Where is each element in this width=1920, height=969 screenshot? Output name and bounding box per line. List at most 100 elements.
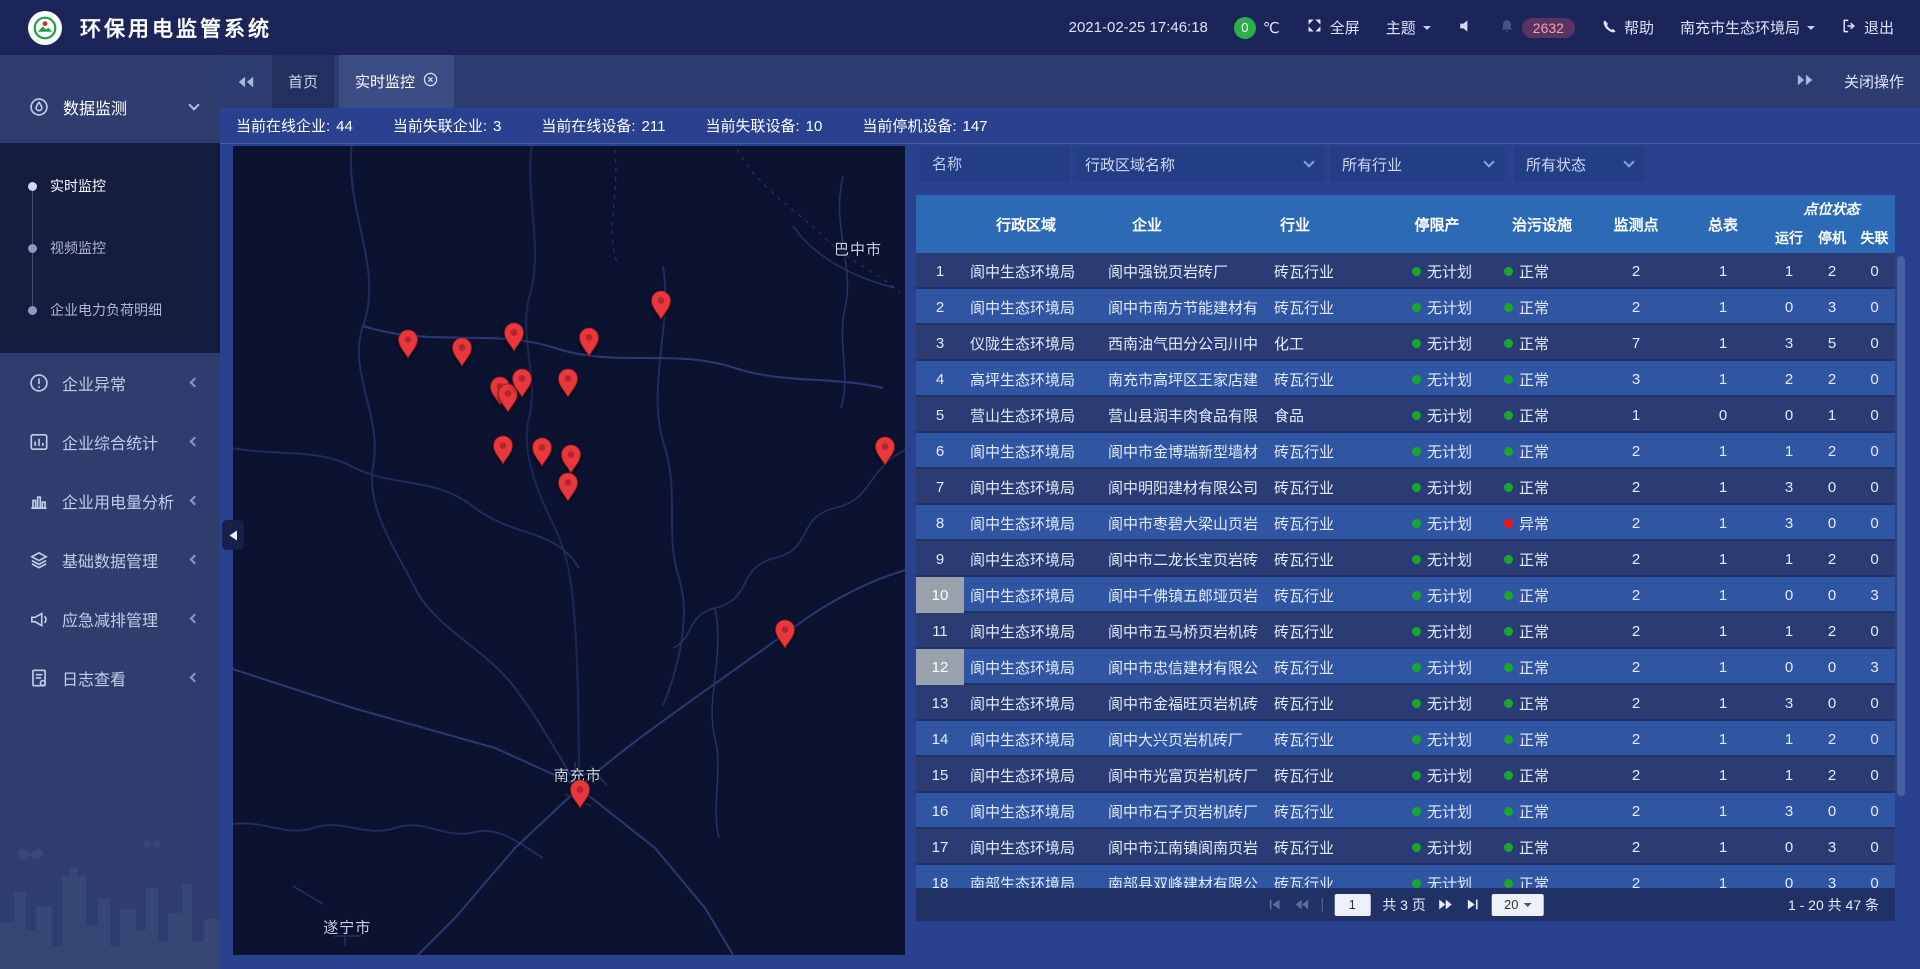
industry-filter-select[interactable]: 所有行业 [1330, 146, 1505, 182]
divider [1321, 898, 1322, 912]
status-dot-icon [1412, 627, 1421, 636]
map-pin[interactable] [650, 290, 672, 320]
theme-dropdown[interactable]: 主题 [1386, 17, 1431, 38]
page-number-input[interactable] [1334, 894, 1370, 916]
help-button[interactable]: 帮助 [1601, 17, 1654, 38]
submenu-label: 视频监控 [50, 238, 106, 258]
sidebar-item-megaphone[interactable]: 应急减排管理 [0, 589, 220, 648]
page-size-select[interactable]: 20 [1492, 894, 1544, 916]
cell-stop-status: 无计划 [1384, 253, 1490, 289]
table-row[interactable]: 12 阆中生态环境局 阆中市忠信建材有限公 砖瓦行业 无计划 正常 2 1 0 … [916, 649, 1895, 685]
map-pin[interactable] [578, 327, 600, 357]
cell-meters: 1 [1678, 577, 1768, 613]
sidebar-subitem[interactable]: 企业电力负荷明细 [0, 279, 220, 341]
map-city-label: 巴中市 [834, 238, 882, 259]
cell-index: 3 [916, 325, 964, 361]
chevron-down-icon [1483, 156, 1494, 167]
map-pin[interactable] [557, 368, 579, 398]
status-dot-icon [1412, 699, 1421, 708]
map-pin[interactable] [874, 436, 896, 466]
map-pin[interactable] [492, 435, 514, 465]
cell-industry: 砖瓦行业 [1270, 865, 1384, 888]
status-dot-icon [1412, 555, 1421, 564]
tab-scroll-left-button[interactable] [220, 55, 272, 108]
org-dropdown[interactable]: 南充市生态环境局 [1680, 17, 1815, 38]
table-row[interactable]: 9 阆中生态环境局 阆中市二龙长宝页岩砖 砖瓦行业 无计划 正常 2 1 1 2… [916, 541, 1895, 577]
logout-button[interactable]: 退出 [1841, 17, 1894, 38]
sidebar-subitem[interactable]: 视频监控 [0, 217, 220, 279]
tab-scroll-right-button[interactable] [1796, 73, 1814, 91]
table-row[interactable]: 14 阆中生态环境局 阆中大兴页岩机砖厂 砖瓦行业 无计划 正常 2 1 1 2… [916, 721, 1895, 757]
table-row[interactable]: 10 阆中生态环境局 阆中千佛镇五郎垭页岩 砖瓦行业 无计划 正常 2 1 0 … [916, 577, 1895, 613]
submenu-label: 实时监控 [50, 176, 106, 196]
next-page-button[interactable] [1438, 898, 1454, 911]
cell-enterprise: 阆中大兴页岩机砖厂 [1108, 721, 1270, 757]
first-page-button[interactable] [1267, 898, 1281, 911]
bell-icon [1499, 18, 1515, 38]
map-pin[interactable] [569, 779, 591, 809]
last-page-button[interactable] [1466, 898, 1480, 911]
close-operations-button[interactable]: 关闭操作 [1844, 71, 1904, 92]
fullscreen-button[interactable]: 全屏 [1306, 17, 1360, 38]
map-pin[interactable] [531, 437, 553, 467]
temperature-widget: 0 ℃ [1234, 17, 1280, 39]
table-row[interactable]: 18 南部生态环境局 南部县双峰建材有限公 砖瓦行业 无计划 正常 2 1 0 … [916, 865, 1895, 888]
notifications-button[interactable]: 2632 [1499, 18, 1575, 38]
cell-halt: 2 [1810, 757, 1854, 793]
table-row[interactable]: 5 营山生态环境局 营山县润丰肉食品有限 食品 无计划 正常 1 0 0 1 0 [916, 397, 1895, 433]
sidebar-item-stats[interactable]: 企业综合统计 [0, 412, 220, 471]
menu-item-label: 应急减排管理 [62, 607, 158, 631]
map-collapse-button[interactable] [222, 520, 244, 550]
cell-facility-status: 正常 [1490, 541, 1594, 577]
sidebar-item-chart[interactable]: 企业用电量分析 [0, 471, 220, 530]
table-row[interactable]: 15 阆中生态环境局 阆中市光富页岩机砖厂 砖瓦行业 无计划 正常 2 1 1 … [916, 757, 1895, 793]
tab-close-icon[interactable] [423, 72, 438, 91]
table-row[interactable]: 6 阆中生态环境局 阆中市金博瑞新型墙材 砖瓦行业 无计划 正常 2 1 1 2… [916, 433, 1895, 469]
table-row[interactable]: 1 阆中生态环境局 阆中强锐页岩砖厂 砖瓦行业 无计划 正常 2 1 1 2 0 [916, 253, 1895, 289]
tab-realtime-monitoring[interactable]: 实时监控 [339, 55, 454, 108]
app-window: 环保用电监管系统 2021-02-25 17:46:18 0 ℃ 全屏 主题 [0, 0, 1920, 969]
table-row[interactable]: 13 阆中生态环境局 阆中市金福旺页岩机砖 砖瓦行业 无计划 正常 2 1 3 … [916, 685, 1895, 721]
cell-meters: 1 [1678, 793, 1768, 829]
sidebar-item-alert[interactable]: 企业异常 [0, 353, 220, 412]
table-row[interactable]: 2 阆中生态环境局 阆中市南方节能建材有 砖瓦行业 无计划 正常 2 1 0 3… [916, 289, 1895, 325]
table-row[interactable]: 7 阆中生态环境局 阆中明阳建材有限公司 砖瓦行业 无计划 正常 2 1 3 0… [916, 469, 1895, 505]
table-row[interactable]: 17 阆中生态环境局 阆中市江南镇阆南页岩 砖瓦行业 无计划 正常 2 1 0 … [916, 829, 1895, 865]
enterprise-panel: 行政区域名称 所有行业 所有状态 行政区域 企业 行业 停限产 治污设施 监测点… [916, 146, 1908, 955]
region-filter-select[interactable]: 行政区域名称 [1073, 146, 1325, 182]
cell-points: 2 [1594, 721, 1678, 757]
map-pin[interactable] [397, 329, 419, 359]
col-header-points: 监测点 [1594, 195, 1678, 253]
cell-index: 7 [916, 469, 964, 505]
sound-toggle[interactable] [1457, 18, 1473, 38]
chevron-left-icon [190, 673, 200, 683]
map[interactable]: 巴中市南充市遂宁市 [233, 146, 905, 955]
sidebar-item-log[interactable]: 日志查看 [0, 648, 220, 707]
prev-page-button[interactable] [1293, 898, 1309, 911]
table-row[interactable]: 16 阆中生态环境局 阆中市石子页岩机砖厂 砖瓦行业 无计划 正常 2 1 3 … [916, 793, 1895, 829]
status-dot-icon [1412, 843, 1421, 852]
table-row[interactable]: 11 阆中生态环境局 阆中市五马桥页岩机砖 砖瓦行业 无计划 正常 2 1 1 … [916, 613, 1895, 649]
cell-halt: 5 [1810, 325, 1854, 361]
table-row[interactable]: 8 阆中生态环境局 阆中市枣碧大梁山页岩 砖瓦行业 无计划 异常 2 1 3 0… [916, 505, 1895, 541]
map-pin[interactable] [560, 444, 582, 474]
map-pin[interactable] [503, 322, 525, 352]
table-row[interactable]: 3 仪陇生态环境局 西南油气田分公司川中 化工 无计划 正常 7 1 3 5 0 [916, 325, 1895, 361]
cell-run: 1 [1768, 541, 1810, 577]
cell-region: 阆中生态环境局 [964, 757, 1108, 793]
sidebar-subitem[interactable]: 实时监控 [0, 155, 220, 217]
map-pin[interactable] [774, 619, 796, 649]
map-pin[interactable] [451, 337, 473, 367]
sidebar-group-data-monitoring[interactable]: 数据监测 [0, 71, 220, 143]
sidebar-item-layers[interactable]: 基础数据管理 [0, 530, 220, 589]
cell-enterprise: 阆中市金博瑞新型墙材 [1108, 433, 1270, 469]
status-dot-icon [1412, 519, 1421, 528]
tab-home[interactable]: 首页 [272, 55, 334, 108]
table-scrollbar[interactable] [1897, 256, 1905, 796]
map-pin[interactable] [511, 368, 533, 398]
table-row[interactable]: 4 高坪生态环境局 南充市高坪区王家店建 砖瓦行业 无计划 正常 3 1 2 2… [916, 361, 1895, 397]
status-filter-select[interactable]: 所有状态 [1514, 146, 1645, 182]
name-filter-input[interactable] [920, 146, 1070, 182]
cell-meters: 1 [1678, 433, 1768, 469]
map-pin[interactable] [557, 472, 579, 502]
